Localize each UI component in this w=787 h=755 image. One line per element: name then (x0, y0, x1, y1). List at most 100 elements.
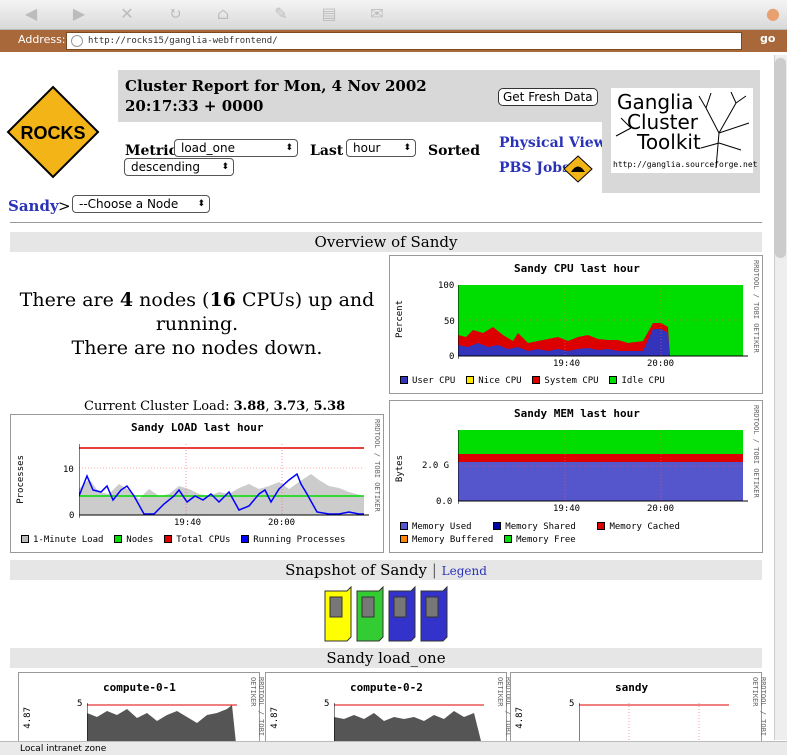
node-ytick: 5 (324, 699, 330, 709)
address-label: Address: (18, 33, 66, 46)
updown-icon: ⬍ (221, 162, 229, 172)
legend-swatch (466, 376, 475, 384)
rrdtool-credit: RRDTOOL / TOBI OETIKER (373, 419, 381, 512)
legend-link[interactable]: Legend (442, 564, 487, 578)
print-icon[interactable]: ▤ (318, 5, 340, 23)
ganglia-url: http://ganglia.sourceforge.net (613, 160, 758, 169)
rrdtool-credit: RRDTOOL / TOBI OETIKER (752, 405, 760, 498)
legend-swatch (164, 535, 173, 543)
rrdtool-credit: RRDTOOL / TOBI OETIKER (751, 677, 767, 737)
legend-swatch (504, 535, 513, 543)
legend-label: Memory Cached (609, 522, 680, 532)
load-xtick: 19:40 (174, 518, 202, 528)
legend-label: Memory Shared (505, 522, 576, 532)
mem-plot (458, 430, 748, 504)
legend-swatch (241, 535, 250, 543)
home-icon[interactable]: ⌂ (212, 5, 234, 23)
mem-graph-title: Sandy MEM last hour (514, 407, 640, 420)
metric-select[interactable]: load_one ⬍ (174, 139, 298, 157)
last-select-value: hour (353, 141, 381, 155)
metric-label: Metric (125, 143, 178, 159)
back-icon[interactable]: ◀ (20, 5, 42, 23)
breadcrumb-cluster-link[interactable]: Sandy (8, 197, 59, 215)
node-graph-compute-0-1[interactable]: compute-0-1 4.87 5 RRDTOOL / TOBI OETIKE… (18, 672, 265, 753)
legend-label: Running Processes (253, 535, 346, 545)
favorites-icon[interactable]: ✎ (270, 5, 292, 23)
summary-text: There are (19, 289, 120, 311)
cluster-load-label: Current Cluster Load: (84, 399, 234, 414)
cpu-plot (458, 285, 748, 359)
nodes-down-text: There are no nodes down. (71, 337, 323, 359)
node-ytick: 5 (77, 699, 83, 709)
mem-xtick: 20:00 (647, 504, 675, 514)
svg-text:ROCKS: ROCKS (20, 123, 85, 143)
scrollbar-thumb[interactable] (775, 58, 786, 258)
cpu-graph[interactable]: Sandy CPU last hour Percent RRDTOOL / TO… (389, 255, 763, 394)
cluster-load: Current Cluster Load: 3.88, 3.73, 5.38 (84, 399, 345, 414)
sorted-select[interactable]: descending ⬍ (124, 158, 234, 176)
load-plot (79, 444, 369, 518)
overview-summary: There are 4 nodes (16 CPUs) up and runni… (10, 288, 384, 360)
legend-swatch (493, 522, 502, 530)
legend-label: Nodes (126, 535, 154, 545)
load-graph-title: Sandy LOAD last hour (131, 421, 264, 434)
refresh-icon[interactable]: ↻ (164, 5, 186, 23)
node-server-icons[interactable] (321, 585, 451, 645)
cpu-xtick: 19:40 (553, 359, 581, 369)
stop-icon[interactable]: ✕ (116, 5, 138, 23)
physical-view-link[interactable]: Physical View (499, 135, 606, 151)
rrdtool-credit: RRDTOOL / TOBI OETIKER (249, 677, 265, 737)
load-y-label: Processes (16, 455, 26, 504)
node-snapshot (321, 585, 451, 645)
ganglia-logo[interactable]: Ganglia Cluster Toolkit http://ganglia.s… (611, 88, 758, 173)
page-title: Cluster Report for Mon, 4 Nov 2002 20:17… (125, 77, 427, 115)
legend-label: System CPU (544, 376, 599, 386)
cpu-ytick: 0 (449, 352, 455, 362)
legend-label: 1-Minute Load (33, 535, 104, 545)
legend-label: Memory Free (516, 535, 576, 545)
forward-icon[interactable]: ▶ (68, 5, 90, 23)
snapshot-title-bar: Snapshot of Sandy | Legend (10, 560, 762, 580)
cpu-ytick: 50 (444, 317, 455, 327)
address-url[interactable]: http://rocks15/ganglia-webfrontend/ (88, 36, 278, 46)
cpu-ytick: 100 (438, 281, 455, 291)
legend-swatch (400, 522, 408, 530)
ganglia-line-3: Toolkit (637, 130, 701, 154)
load-ytick: 10 (63, 465, 74, 475)
snapshot-title: Snapshot of Sandy (285, 561, 428, 579)
load-graph[interactable]: Sandy LOAD last hour Processes RRDTOOL /… (10, 414, 384, 553)
mail-icon[interactable]: ✉ (366, 5, 388, 23)
load-15min: 5.38 (313, 399, 346, 414)
mem-xtick: 19:40 (553, 504, 581, 514)
load-separator: , (265, 399, 274, 414)
load-one-title: Sandy load_one (10, 648, 762, 668)
overview-title: Overview of Sandy (10, 232, 762, 252)
cpu-y-label: Percent (395, 300, 405, 338)
legend-label: User CPU (412, 376, 456, 386)
get-fresh-data-button[interactable]: Get Fresh Data (498, 88, 598, 106)
pbs-jobs-icon[interactable] (563, 155, 593, 183)
node-graph-sandy[interactable]: sandy 4.87 5 RRDTOOL / TOBI OETIKER (510, 672, 767, 753)
last-label: Last (310, 143, 344, 159)
load-separator: , (305, 399, 314, 414)
updown-icon: ⬍ (285, 143, 293, 153)
status-text: Local intranet zone (20, 744, 107, 754)
status-bar: Local intranet zone (0, 741, 787, 755)
mem-graph[interactable]: Sandy MEM last hour Bytes RRDTOOL / TOBI… (389, 400, 763, 553)
last-select[interactable]: hour ⬍ (346, 139, 416, 157)
updown-icon: ⬍ (403, 143, 411, 153)
mem-legend: Memory Used Memory Shared Memory Cached … (400, 521, 680, 547)
legend-swatch (114, 535, 123, 543)
node-graph-compute-0-2[interactable]: compute-0-2 4.87 5 RRDTOOL / TOBI OETIKE… (265, 672, 512, 753)
load-ytick: 0 (69, 511, 75, 521)
mem-y-label: Bytes (395, 455, 405, 483)
rrdtool-credit: RRDTOOL / TOBI OETIKER (752, 260, 760, 353)
node-select[interactable]: --Choose a Node ⬍ (72, 195, 210, 213)
legend-label: Memory Used (412, 522, 472, 532)
node-y-label: 4.87 (270, 707, 280, 729)
pbs-jobs-link[interactable]: PBS Jobs (499, 160, 570, 176)
sorted-select-value: descending (131, 160, 201, 174)
legend-label: Memory Buffered (412, 535, 494, 545)
go-button[interactable]: go (760, 32, 775, 45)
legend-swatch (400, 376, 408, 384)
